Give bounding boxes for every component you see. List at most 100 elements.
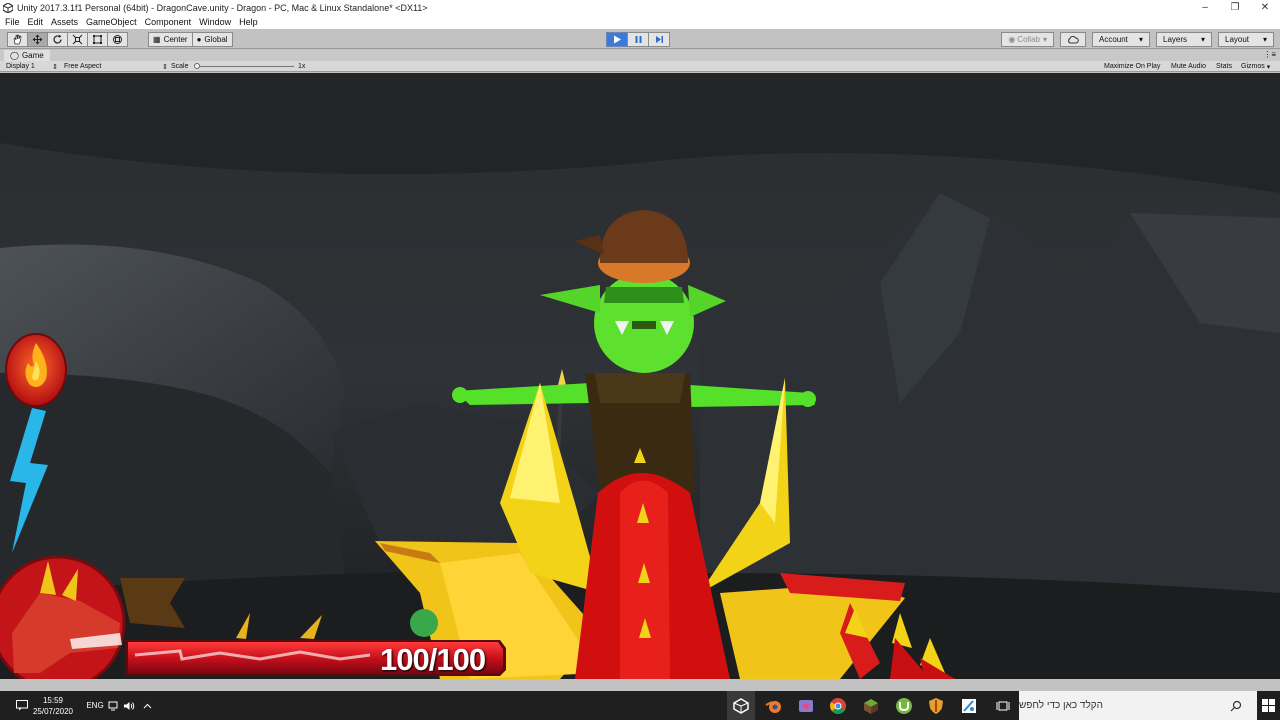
play-button[interactable]	[606, 32, 628, 47]
pivot-icon: ▦	[153, 35, 161, 44]
minimize-icon[interactable]: –	[1190, 0, 1220, 15]
clock-date: 25/07/2020	[32, 707, 74, 716]
menu-component[interactable]: Component	[145, 17, 192, 27]
taskbar-app-minecraft[interactable]	[857, 691, 885, 720]
window-title: Unity 2017.3.1f1 Personal (64bit) - Drag…	[17, 2, 428, 13]
chevron-up-icon[interactable]	[140, 691, 154, 720]
start-button[interactable]	[1257, 691, 1280, 720]
chevron-updown-icon: ⇕	[52, 63, 58, 71]
chevron-updown-icon: ⇕	[162, 63, 168, 71]
transform-tools	[7, 32, 128, 47]
rect-icon[interactable]	[87, 32, 108, 47]
menu-bar: File Edit Assets GameObject Component Wi…	[0, 15, 1280, 29]
taskbar-app-utorrent[interactable]	[890, 691, 918, 720]
hand-icon[interactable]	[7, 32, 28, 47]
maximize-on-play-toggle[interactable]: Maximize On Play	[1104, 61, 1160, 72]
search-icon[interactable]	[1226, 691, 1246, 720]
volume-icon[interactable]	[122, 691, 136, 720]
clock-time: 15:59	[42, 696, 64, 705]
menu-window[interactable]: Window	[199, 17, 231, 27]
layers-dropdown[interactable]: Layers ▾	[1156, 32, 1212, 47]
rotate-icon[interactable]	[47, 32, 68, 47]
unity-logo-icon	[2, 2, 14, 14]
close-icon[interactable]: ✕	[1250, 0, 1280, 15]
paint-icon	[962, 698, 976, 713]
play-icon	[613, 35, 621, 44]
space-global-button[interactable]: ● Global	[191, 32, 233, 47]
stats-toggle[interactable]: Stats	[1216, 61, 1232, 72]
taskbar-app-shield[interactable]	[922, 691, 950, 720]
pivot-label: Center	[163, 35, 188, 44]
pause-button[interactable]	[627, 32, 649, 47]
windows-icon	[1262, 699, 1275, 712]
utorrent-icon	[896, 697, 912, 714]
taskbar-app-unity[interactable]	[727, 691, 755, 720]
chevron-down-icon: ▾	[1200, 35, 1205, 44]
taskbar-app-paint[interactable]	[955, 691, 983, 720]
taskbar-app-generic[interactable]	[792, 691, 820, 720]
task-view-icon[interactable]	[993, 691, 1013, 720]
mute-audio-toggle[interactable]: Mute Audio	[1171, 61, 1206, 72]
layout-label: Layout	[1225, 35, 1250, 44]
language-indicator[interactable]: ENG	[84, 691, 106, 720]
chevron-down-icon: ▾	[1266, 63, 1271, 71]
game-tab-icon: ◯	[10, 51, 19, 60]
transform-icon[interactable]	[107, 32, 128, 47]
account-label: Account	[1099, 35, 1128, 44]
menu-assets[interactable]: Assets	[51, 17, 78, 27]
main-toolbar: ▦ Center ● Global ◉ Collab ▾ Account ▾ L…	[0, 29, 1280, 49]
tab-game[interactable]: ◯ Game	[4, 50, 50, 61]
pause-icon	[635, 36, 641, 43]
aspect-label: Free Aspect	[64, 63, 102, 70]
gizmos-label: Gizmos	[1241, 63, 1265, 70]
chevron-down-icon: ▾	[1138, 35, 1143, 44]
taskbar-app-chrome[interactable]	[824, 691, 852, 720]
editor-bottom-strip	[0, 679, 1280, 691]
cloud-button[interactable]	[1060, 32, 1086, 47]
scale-label: Scale	[171, 63, 189, 70]
shield-icon	[929, 697, 943, 714]
globe-icon: ●	[196, 35, 202, 44]
menu-file[interactable]: File	[5, 17, 20, 27]
scale-value: 1x	[298, 63, 306, 70]
collab-label: Collab	[1017, 35, 1040, 44]
scale-slider-handle[interactable]	[194, 63, 200, 69]
account-dropdown[interactable]: Account ▾	[1092, 32, 1150, 47]
game-view[interactable]: 100/100	[0, 73, 1280, 679]
unity-icon	[733, 697, 749, 714]
search-input[interactable]: הקלד כאן כדי לחפש	[1019, 691, 1257, 720]
fire-ability-icon[interactable]	[5, 333, 67, 407]
gizmos-dropdown[interactable]: Gizmos ▾	[1241, 61, 1270, 72]
display-dropdown[interactable]: Display 1 ⇕	[6, 61, 58, 72]
scale-icon[interactable]	[67, 32, 88, 47]
move-icon[interactable]	[27, 32, 48, 47]
notifications-icon[interactable]	[12, 691, 32, 720]
restore-icon[interactable]: ❐	[1220, 0, 1250, 15]
cloud-icon	[1068, 35, 1079, 43]
menu-edit[interactable]: Edit	[28, 17, 44, 27]
step-button[interactable]	[648, 32, 670, 47]
menu-gameobject[interactable]: GameObject	[86, 17, 137, 27]
search-placeholder: הקלד כאן כדי לחפש	[1019, 700, 1104, 711]
game-tab-strip: ◯ Game ⋮≡	[0, 50, 1280, 61]
menu-help[interactable]: Help	[239, 17, 258, 27]
health-value: 100/100	[380, 642, 486, 677]
layout-dropdown[interactable]: Layout ▾	[1218, 32, 1274, 47]
collab-icon: ◉	[1008, 35, 1016, 44]
clock[interactable]: 15:59 25/07/2020	[32, 695, 74, 717]
app-icon	[799, 699, 813, 712]
collab-button[interactable]: ◉ Collab ▾	[1001, 32, 1054, 47]
scale-slider-track[interactable]	[196, 66, 294, 67]
network-icon[interactable]	[106, 691, 120, 720]
chevron-down-icon: ▾	[1262, 35, 1267, 44]
tab-game-label: Game	[21, 51, 44, 60]
chevron-down-icon: ▾	[1042, 35, 1047, 44]
taskbar-app-blender[interactable]	[760, 691, 788, 720]
blender-icon	[765, 700, 781, 713]
aspect-dropdown[interactable]: Free Aspect ⇕	[64, 61, 168, 72]
game-view-toolbar: Display 1 ⇕ Free Aspect ⇕ Scale 1x Maxim…	[0, 61, 1280, 72]
tab-menu-icon[interactable]: ⋮≡	[1263, 50, 1276, 59]
layers-label: Layers	[1163, 35, 1188, 44]
space-label: Global	[204, 35, 228, 44]
pivot-center-button[interactable]: ▦ Center	[148, 32, 193, 47]
